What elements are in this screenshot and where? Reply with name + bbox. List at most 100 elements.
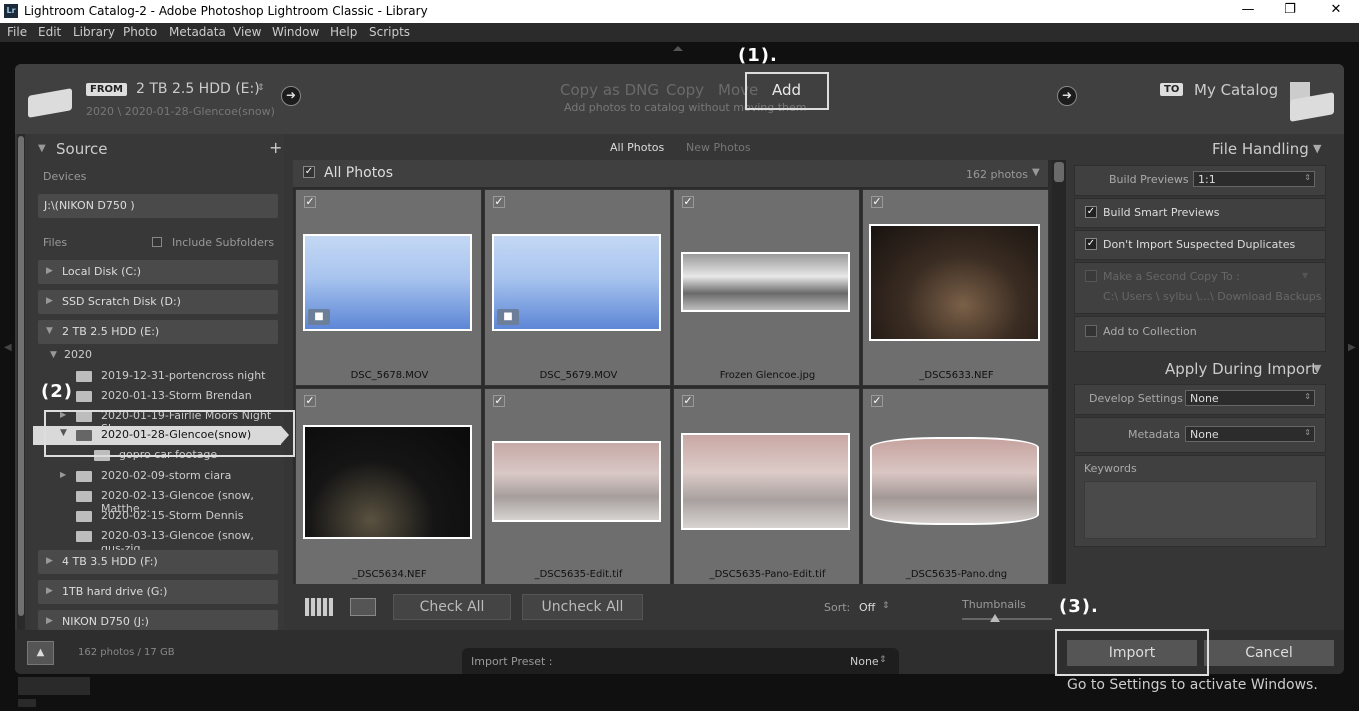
import-button[interactable]: Import [1067, 640, 1197, 666]
second-copy-checkbox[interactable] [1085, 270, 1097, 282]
folder-row[interactable]: 2020-02-15-Storm Dennis [38, 508, 278, 528]
sort-updown-icon[interactable]: ⇕ [882, 601, 890, 611]
menu-window[interactable]: Window [272, 25, 319, 39]
second-copy-dropdown-icon[interactable]: ▼ [1302, 271, 1308, 280]
import-preset-label: Import Preset : [471, 655, 553, 668]
menu-file[interactable]: File [7, 25, 27, 39]
add-to-collection-checkbox[interactable] [1085, 325, 1097, 337]
source-name[interactable]: 2 TB 2.5 HDD (E:) [136, 81, 260, 97]
menu-photo[interactable]: Photo [123, 25, 157, 39]
filmstrip-toggle[interactable] [18, 699, 36, 707]
panel-toggle-icon[interactable] [673, 46, 683, 51]
destination-name[interactable]: My Catalog [1194, 81, 1278, 99]
photo-checkbox[interactable]: ✓ [871, 196, 883, 208]
include-subfolders-checkbox[interactable] [152, 237, 162, 247]
drive-c[interactable]: ▶ Local Disk (C:) [38, 260, 278, 284]
close-button[interactable]: ✕ [1326, 2, 1346, 17]
grid-scrollbar[interactable] [1052, 160, 1066, 584]
year-collapse-icon[interactable]: ▼ [50, 350, 57, 360]
photo-cell[interactable]: ✓ _DSC5635-Pano-Edit.tif [673, 388, 860, 585]
expand-icon[interactable]: ▶ [60, 470, 66, 479]
device-nikon[interactable]: J:\(NIKON D750 ) [38, 194, 278, 218]
drive-d[interactable]: ▶ SSD Scratch Disk (D:) [38, 290, 278, 314]
thumbnail-slider-handle[interactable] [990, 614, 1000, 622]
thumbnail-size-slider[interactable] [962, 618, 1052, 620]
folder-row[interactable]: 2020-03-13-Glencoe (snow, gus-zig... [38, 528, 278, 555]
add-source-icon[interactable]: + [269, 138, 282, 157]
import-preset-value[interactable]: None [850, 655, 879, 668]
grid-menu-icon[interactable]: ▼ [1032, 167, 1040, 178]
menu-view[interactable]: View [233, 25, 261, 39]
left-panel-toggle-icon[interactable]: ◀ [4, 342, 12, 353]
mode-copy-as-dng[interactable]: Copy as DNG [560, 81, 659, 99]
photo-checkbox[interactable]: ✓ [682, 196, 694, 208]
dont-import-duplicates-checkbox[interactable]: ✓ [1085, 238, 1097, 250]
collapse-icon[interactable]: ▼ [60, 428, 67, 438]
menu-metadata[interactable]: Metadata [169, 25, 226, 39]
collapse-dialog-button[interactable]: ▲ [27, 641, 54, 665]
build-smart-previews-checkbox[interactable]: ✓ [1085, 206, 1097, 218]
develop-settings-select[interactable]: None ⇕ [1185, 390, 1315, 406]
photo-checkbox[interactable]: ✓ [871, 395, 883, 407]
drive-g[interactable]: ▶ 1TB hard drive (G:) [38, 580, 278, 604]
metadata-select[interactable]: None ⇕ [1185, 426, 1315, 442]
file-handling-collapse-icon[interactable]: ▼ [1313, 142, 1321, 155]
folder-row[interactable]: 2020-01-13-Storm Brendan [38, 388, 278, 408]
photo-cell[interactable]: ✓ _DSC5635-Edit.tif [484, 388, 671, 585]
photo-checkbox[interactable]: ✓ [493, 395, 505, 407]
grid-scrollbar-thumb[interactable] [1054, 162, 1064, 182]
menu-edit[interactable]: Edit [38, 25, 61, 39]
right-panel-toggle-icon[interactable]: ▶ [1348, 342, 1356, 353]
all-photos-checkbox[interactable]: ✓ [303, 166, 315, 178]
source-updown-icon[interactable]: ⇕ [257, 83, 265, 93]
photo-checkbox[interactable]: ✓ [493, 196, 505, 208]
check-all-button[interactable]: Check All [393, 594, 511, 620]
photo-cell[interactable]: ✓ Frozen Glencoe.jpg [673, 189, 860, 386]
grid-view-icon[interactable] [305, 598, 333, 616]
drive-d-label: SSD Scratch Disk (D:) [62, 295, 181, 308]
mode-move[interactable]: Move [718, 81, 758, 99]
year-folder[interactable]: 2020 [64, 348, 92, 361]
mode-add[interactable]: Add [772, 81, 801, 99]
photo-cell[interactable]: ✓ ■ DSC_5678.MOV [295, 189, 482, 386]
folder-icon [76, 430, 92, 441]
build-previews-select[interactable]: 1:1 ⇕ [1193, 171, 1315, 187]
folder-row[interactable]: 2019-12-31-portencross night [38, 368, 278, 388]
sort-value[interactable]: Off [859, 601, 875, 614]
drive-j[interactable]: ▶ NIKON D750 (J:) [38, 610, 278, 630]
apply-during-import-collapse-icon[interactable]: ▼ [1313, 362, 1321, 375]
maximize-button[interactable]: ❐ [1280, 2, 1300, 17]
uncheck-all-button[interactable]: Uncheck All [522, 594, 643, 620]
tab-new-photos[interactable]: New Photos [686, 141, 751, 154]
drive-e[interactable]: ▼ 2 TB 2.5 HDD (E:) [38, 320, 278, 344]
photo-cell[interactable]: ✓ _DSC5634.NEF [295, 388, 482, 585]
menu-library[interactable]: Library [73, 25, 115, 39]
loupe-view-icon[interactable] [350, 598, 376, 616]
minimize-button[interactable]: — [1238, 2, 1258, 17]
folder-row-selected[interactable]: ▼ 2020-01-28-Glencoe(snow) [38, 426, 278, 446]
drive-f[interactable]: ▶ 4 TB 3.5 HDD (F:) [38, 550, 278, 574]
photo-cell[interactable]: ✓ _DSC5633.NEF [862, 189, 1049, 386]
folder-row[interactable]: gopro car footage [38, 447, 278, 467]
menu-scripts[interactable]: Scripts [369, 25, 410, 39]
left-scrollbar-thumb[interactable] [18, 136, 24, 616]
source-collapse-icon[interactable]: ▼ [38, 143, 46, 154]
expand-icon[interactable]: ▶ [60, 410, 66, 419]
mode-copy[interactable]: Copy [666, 81, 704, 99]
photo-cell[interactable]: ✓ _DSC5635-Pano.dng [862, 388, 1049, 585]
cancel-button[interactable]: Cancel [1204, 640, 1334, 666]
photo-checkbox[interactable]: ✓ [682, 395, 694, 407]
keywords-input[interactable] [1084, 481, 1317, 539]
build-previews-label: Build Previews [1109, 173, 1189, 186]
folder-row[interactable]: 2020-02-13-Glencoe (snow, Matthe... [38, 488, 278, 515]
second-copy-label: Make a Second Copy To : [1103, 270, 1240, 283]
folder-row[interactable]: ▶ 2020-02-09-storm ciara [38, 468, 278, 488]
photo-checkbox[interactable]: ✓ [304, 196, 316, 208]
filmstrip-tab[interactable] [18, 677, 90, 695]
photo-checkbox[interactable]: ✓ [304, 395, 316, 407]
folder-row[interactable]: ▶2020-01-19-Fairlie Moors Night Sky [38, 408, 278, 435]
import-preset-updown-icon[interactable]: ⇕ [879, 655, 887, 665]
photo-cell[interactable]: ✓ ■ DSC_5679.MOV [484, 189, 671, 386]
tab-all-photos[interactable]: All Photos [610, 141, 664, 154]
menu-help[interactable]: Help [330, 25, 357, 39]
